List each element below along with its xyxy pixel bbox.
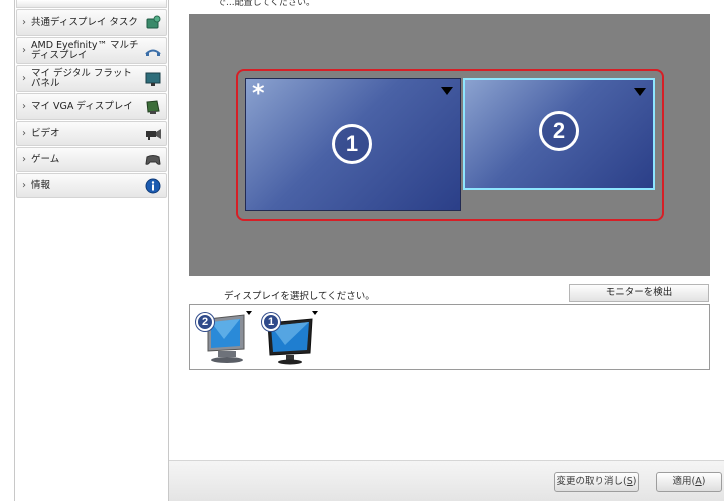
monitor-2-tile[interactable]: 2	[463, 78, 655, 190]
sidebar-item-eyefinity[interactable]: › AMD Eyefinity™ マルチディスプレイ	[16, 37, 167, 64]
monitor-1-tile[interactable]: * 1	[245, 78, 461, 211]
sidebar-item-label: ゲーム	[31, 153, 60, 165]
main-panel: で...配置してください。 * 1 2 ディスプレイを選択してください。 モニタ…	[169, 0, 724, 501]
dropdown-caret-icon[interactable]	[634, 88, 646, 96]
display-number-badge: 1	[262, 313, 280, 331]
vga-display-icon	[140, 99, 166, 115]
discard-changes-button[interactable]: 変更の取り消し(S)	[554, 472, 639, 492]
chevron-right-icon: ›	[22, 154, 26, 165]
chevron-right-icon: ›	[22, 180, 26, 191]
monitor-number-badge: 1	[332, 124, 372, 164]
info-icon	[140, 178, 166, 194]
chevron-right-icon: ›	[22, 128, 26, 139]
sidebar-item-vga-display[interactable]: › マイ VGA ディスプレイ	[16, 93, 167, 120]
chevron-right-icon: ›	[22, 101, 26, 112]
primary-display-marker: *	[252, 79, 265, 107]
display-number-badge: 2	[196, 313, 214, 331]
monitor-number-badge: 2	[539, 111, 579, 151]
apply-button[interactable]: 適用(A)	[656, 472, 722, 492]
sidebar-item-label: マイ VGA ディスプレイ	[31, 100, 133, 112]
button-label-suffix: )	[701, 476, 706, 487]
sidebar-item-label: マイ デジタル フラットパネル	[31, 67, 132, 89]
sidebar: › 共通ディスプレイ タスク › AMD Eyefinity™ マルチディスプレ…	[14, 0, 169, 501]
flat-panel-icon	[140, 71, 166, 87]
sidebar-item-partial[interactable]	[16, 0, 167, 8]
display-arrangement-area[interactable]: * 1 2	[189, 14, 710, 276]
button-label: 変更の取り消し(	[556, 476, 627, 487]
sidebar-item-digital-flat-panel[interactable]: › マイ デジタル フラットパネル	[16, 65, 167, 92]
select-display-row: ディスプレイを選択してください。 モニターを検出	[189, 283, 710, 303]
display-list: 2 1	[189, 304, 710, 370]
sidebar-item-game[interactable]: › ゲーム	[16, 147, 167, 172]
display-tasks-icon	[140, 15, 166, 31]
video-camera-icon	[140, 127, 166, 141]
button-label-suffix: )	[632, 476, 637, 487]
sidebar-item-label: ビデオ	[31, 127, 60, 139]
button-label: 適用(	[672, 476, 696, 487]
sidebar-item-display-tasks[interactable]: › 共通ディスプレイ タスク	[16, 9, 167, 36]
dropdown-caret-icon[interactable]	[246, 311, 252, 315]
sidebar-item-information[interactable]: › 情報	[16, 173, 167, 198]
sidebar-item-label: 共通ディスプレイ タスク	[31, 16, 138, 28]
eyefinity-icon	[140, 44, 166, 58]
detect-monitors-button[interactable]: モニターを検出	[569, 284, 709, 302]
gamepad-icon	[140, 153, 166, 167]
display-thumbnail-2[interactable]: 2	[194, 309, 256, 367]
dropdown-caret-icon[interactable]	[441, 87, 453, 95]
instruction-text: で...配置してください。	[217, 0, 316, 8]
select-display-label: ディスプレイを選択してください。	[224, 291, 375, 302]
display-thumbnail-1[interactable]: 1	[260, 309, 322, 367]
dropdown-caret-icon[interactable]	[312, 311, 318, 315]
chevron-right-icon: ›	[22, 45, 26, 56]
bottom-action-bar: 変更の取り消し(S) 適用(A)	[169, 460, 724, 501]
chevron-right-icon: ›	[22, 17, 26, 28]
sidebar-item-label: 情報	[31, 179, 51, 191]
sidebar-item-label: AMD Eyefinity™ マルチディスプレイ	[31, 39, 139, 61]
chevron-right-icon: ›	[22, 73, 26, 84]
sidebar-item-video[interactable]: › ビデオ	[16, 121, 167, 146]
